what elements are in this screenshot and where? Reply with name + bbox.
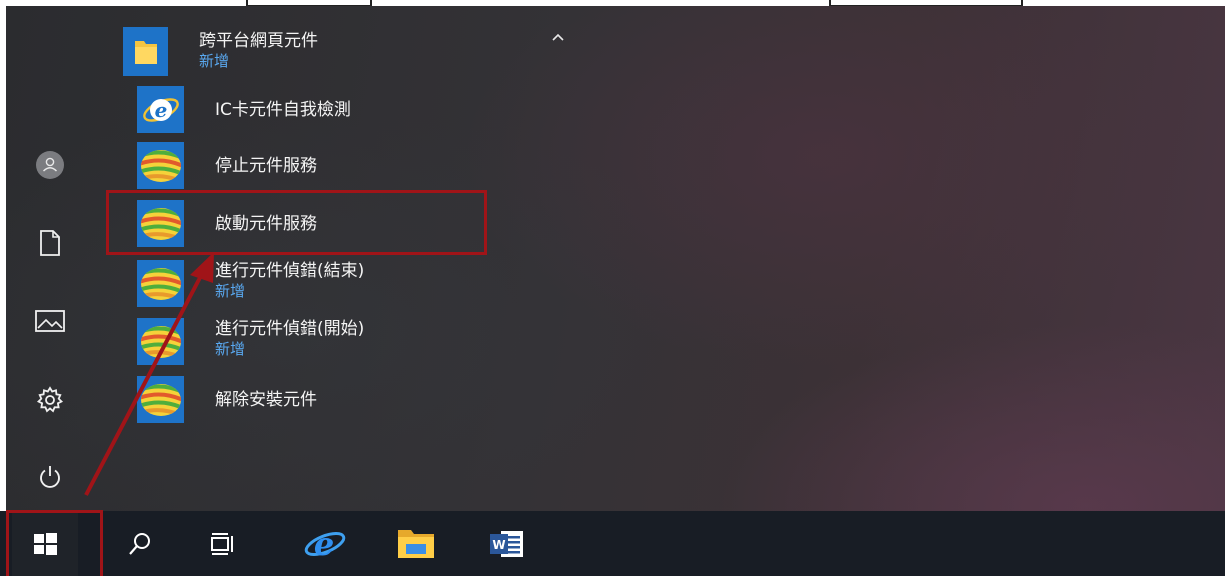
annotation-arrow bbox=[84, 252, 214, 496]
screenshot: 跨平台網頁元件 新增 e IC卡元件自我檢測 停止元件服務 啟動元件服務 進行元… bbox=[0, 0, 1225, 576]
